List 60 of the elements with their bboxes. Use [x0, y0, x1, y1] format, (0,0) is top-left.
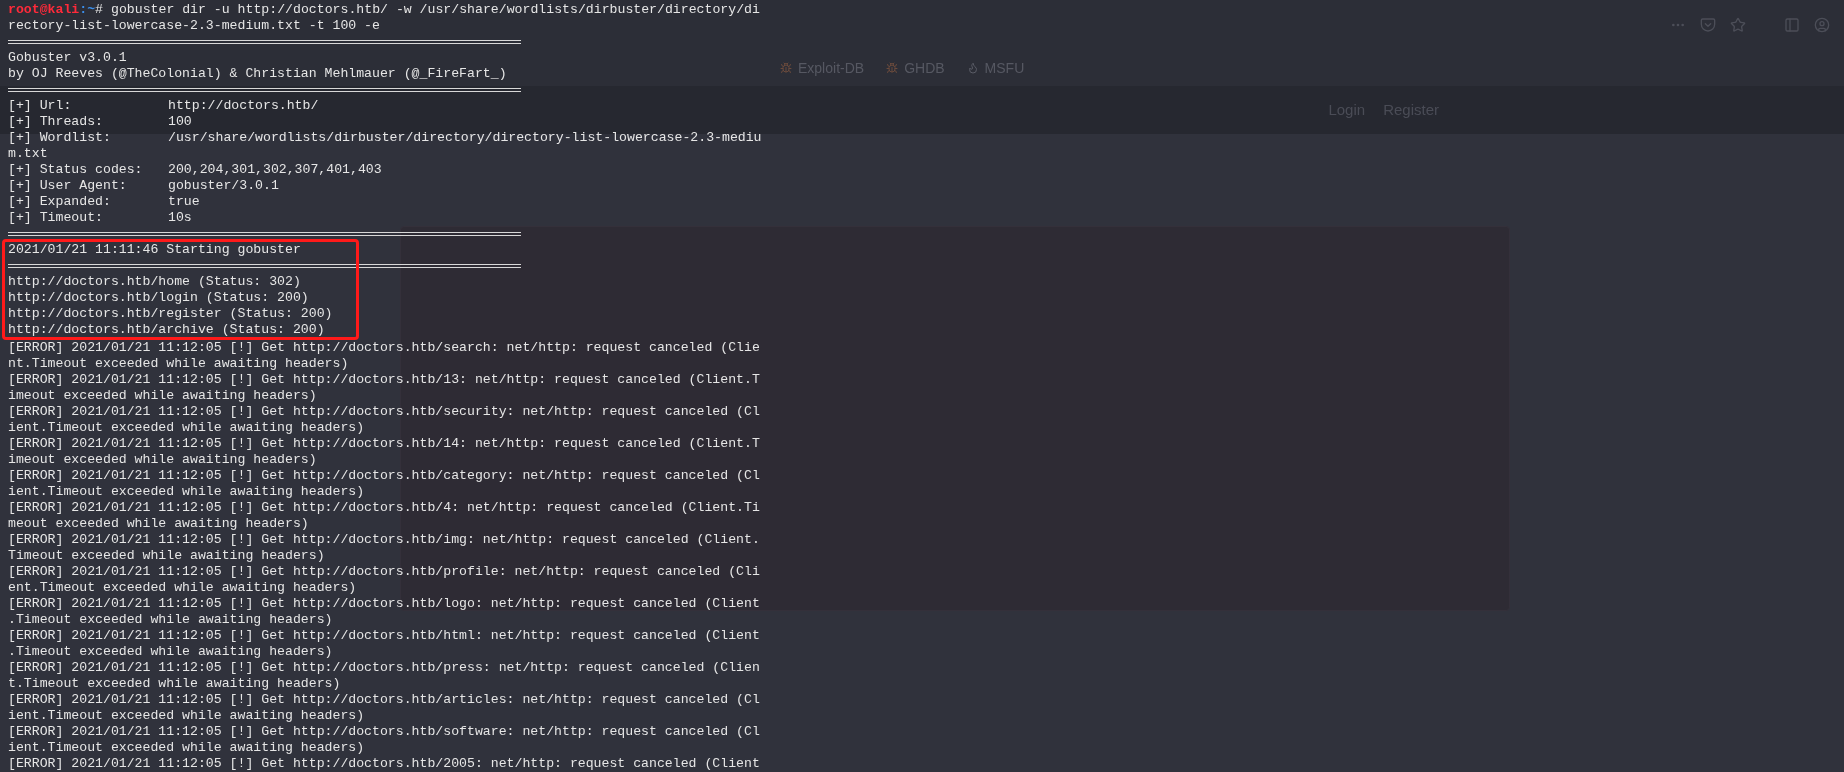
config-value: 10s	[168, 210, 192, 226]
config-label: [+] Expanded:	[8, 194, 112, 210]
output-line: http://doctors.htb/register (Status: 200)	[8, 306, 333, 321]
sidebar-icon[interactable]	[1784, 17, 1800, 33]
output-line: 2021/01/21 11:11:46 Starting gobuster	[8, 242, 301, 257]
output-line: [ERROR] 2021/01/21 11:12:05 [!] Get http://doctors.htb/2005: net/http: request canceled (Client	[8, 756, 760, 771]
output-line: http://doctors.htb/login (Status: 200)	[8, 290, 309, 305]
config-label: [+] Timeout:	[8, 210, 104, 226]
output-line: [ERROR] 2021/01/21 11:12:05 [!] Get http://doctors.htb/4: net/http: request canceled (Client.Ti	[8, 500, 760, 515]
output-line: ient.Timeout exceeded while awaiting headers)	[8, 740, 365, 755]
command-text: gobuster dir -u http://doctors.htb/ -w /usr/share/wordlists/dirbuster/directory/di	[111, 2, 760, 18]
output-line: Timeout exceeded while awaiting headers)	[8, 548, 325, 563]
output-line: .Timeout exceeded while awaiting headers)	[8, 644, 333, 659]
config-label: [+] Wordlist:	[8, 130, 112, 146]
output-line: m.txt	[8, 146, 48, 161]
output-line: rectory-list-lowercase-2.3-medium.txt -t 100 -e	[8, 18, 380, 33]
output-line: [ERROR] 2021/01/21 11:12:05 [!] Get http://doctors.htb/img: net/http: request canceled (Client.	[8, 532, 760, 547]
config-value: /usr/share/wordlists/dirbuster/directory/directory-list-lowercase-2.3-mediu	[168, 130, 762, 146]
output-line: [ERROR] 2021/01/21 11:12:05 [!] Get http://doctors.htb/13: net/http: request canceled (Client.T	[8, 372, 760, 387]
output-line: [ERROR] 2021/01/21 11:12:05 [!] Get http://doctors.htb/category: net/http: request canceled (Cl	[8, 468, 760, 483]
config-value: 100	[168, 114, 192, 130]
output-line: nt.Timeout exceeded while awaiting headers)	[8, 356, 349, 371]
output-line: .Timeout exceeded while awaiting headers)	[8, 612, 333, 627]
config-value: http://doctors.htb/	[168, 98, 319, 114]
output-line: http://doctors.htb/home (Status: 302)	[8, 274, 301, 289]
output-line: [ERROR] 2021/01/21 11:12:05 [!] Get http://doctors.htb/logo: net/http: request canceled (Client	[8, 596, 760, 611]
output-line: Gobuster v3.0.1	[8, 50, 127, 65]
config-value: 200,204,301,302,307,401,403	[168, 162, 382, 178]
prompt-user: root@kali	[8, 2, 80, 18]
config-label: [+] Status codes:	[8, 162, 144, 178]
config-label: [+] Url:	[8, 98, 73, 114]
output-line: [ERROR] 2021/01/21 11:12:05 [!] Get http://doctors.htb/software: net/http: request canceled (Cl	[8, 724, 760, 739]
config-value: gobuster/3.0.1	[168, 178, 279, 194]
prompt-symbol: #	[95, 2, 103, 18]
config-label: [+] Threads:	[8, 114, 104, 130]
output-line: [ERROR] 2021/01/21 11:12:05 [!] Get http://doctors.htb/html: net/http: request canceled (Client	[8, 628, 760, 643]
account-icon[interactable]	[1814, 17, 1830, 33]
output-line: imeout exceeded while awaiting headers)	[8, 388, 317, 403]
config-value: true	[168, 194, 200, 210]
output-line: [ERROR] 2021/01/21 11:12:05 [!] Get http://doctors.htb/security: net/http: request canceled (Cl	[8, 404, 760, 419]
output-line: ient.Timeout exceeded while awaiting headers)	[8, 708, 365, 723]
output-line: by OJ Reeves (@TheColonial) & Christian Mehlmauer (@_FireFart_)	[8, 66, 507, 81]
star-icon[interactable]	[1730, 17, 1746, 33]
output-line: [ERROR] 2021/01/21 11:12:05 [!] Get http://doctors.htb/articles: net/http: request canceled (Cl	[8, 692, 760, 707]
output-line: [ERROR] 2021/01/21 11:12:05 [!] Get http://doctors.htb/press: net/http: request canceled (Clien	[8, 660, 760, 675]
output-line: imeout exceeded while awaiting headers)	[8, 452, 317, 467]
bug-icon	[886, 62, 899, 74]
output-line: [ERROR] 2021/01/21 11:12:05 [!] Get http://doctors.htb/14: net/http: request canceled (Client.T	[8, 436, 760, 451]
output-line: [ERROR] 2021/01/21 11:12:05 [!] Get http://doctors.htb/profile: net/http: request canceled (Cli	[8, 564, 760, 579]
bug-icon	[780, 62, 792, 74]
prompt-path: :~	[79, 2, 96, 18]
output-line: http://doctors.htb/archive (Status: 200)	[8, 322, 325, 337]
config-label: [+] User Agent:	[8, 178, 128, 194]
output-line: meout exceeded while awaiting headers)	[8, 516, 309, 531]
output-line: ent.Timeout exceeded while awaiting headers)	[8, 580, 357, 595]
flame-icon	[966, 62, 979, 74]
output-line: [ERROR] 2021/01/21 11:12:05 [!] Get http://doctors.htb/search: net/http: request canceled (Clie	[8, 340, 760, 355]
output-line: ient.Timeout exceeded while awaiting headers)	[8, 420, 365, 435]
output-line: t.Timeout exceeded while awaiting headers)	[8, 676, 341, 691]
output-line: ient.Timeout exceeded while awaiting headers)	[8, 484, 365, 499]
